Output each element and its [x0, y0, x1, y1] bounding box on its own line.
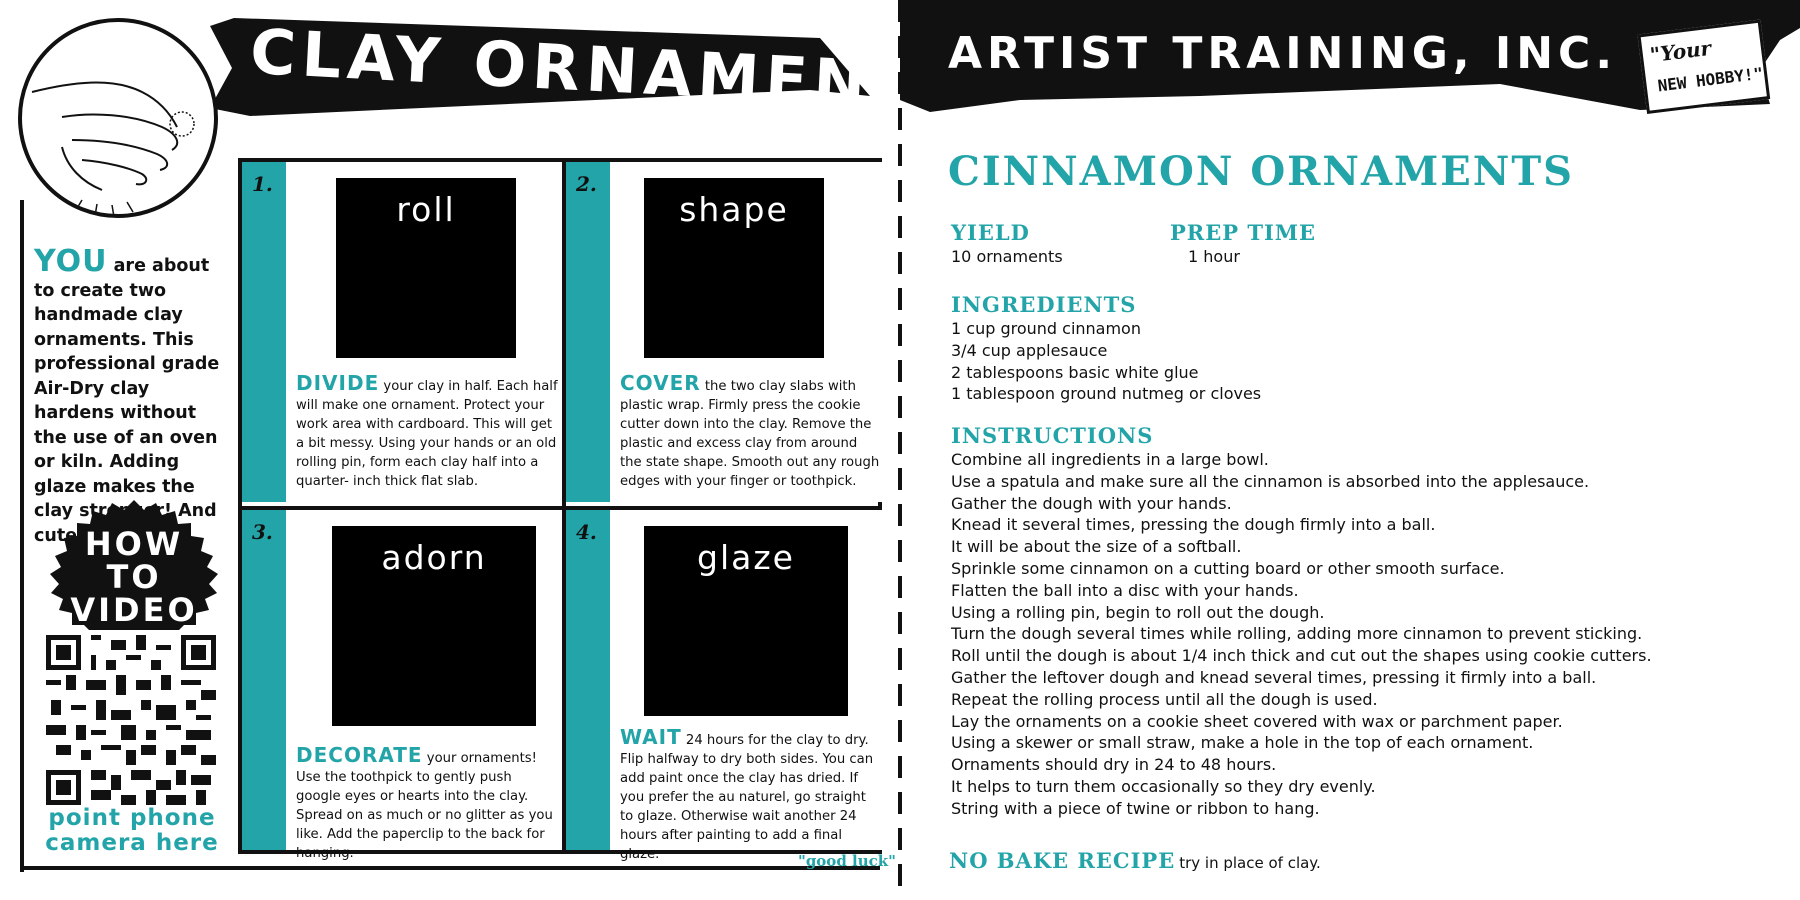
- step-lead: DECORATE: [296, 743, 423, 767]
- step-accent-bar: [566, 510, 610, 850]
- step-card-wait: 4. glaze WAIT 24 hours for the clay to d…: [566, 510, 884, 862]
- instruction-step: It will be about the size of a softball.: [951, 537, 1242, 557]
- howto-line-3: VIDEO: [70, 591, 198, 629]
- fold-line: [898, 0, 902, 900]
- step-number: 3.: [252, 520, 273, 544]
- howto-line-2: TO: [106, 558, 162, 596]
- instruction-step: Combine all ingredients in a large bowl.: [951, 450, 1269, 469]
- step-photo-roll: roll: [336, 178, 516, 358]
- step-accent-bar: [566, 162, 610, 502]
- instruction-step: Gather the dough with your hands.: [951, 493, 1232, 513]
- qr-caption-line-2: camera here: [45, 830, 219, 856]
- instruction-step: Repeat the rolling process until all the…: [951, 689, 1378, 709]
- recipe-title: CINNAMON ORNAMENTS: [948, 148, 1574, 195]
- step-description: COVER the two clay slabs with plastic wr…: [620, 371, 882, 491]
- qr-caption-line-1: point phone: [48, 805, 216, 831]
- instruction-step: Gather the leftover dough and knead seve…: [951, 667, 1597, 687]
- step-number: 1.: [252, 172, 273, 196]
- instruction-step: Ornaments should dry in 24 to 48 hours.: [951, 755, 1277, 775]
- step-number: 4.: [576, 520, 597, 544]
- qr-code-icon[interactable]: [46, 635, 216, 805]
- howto-line-1: HOW: [84, 525, 184, 563]
- instruction-step: Sprinkle some cinnamon on a cutting boar…: [951, 558, 1505, 578]
- ingredients-list: 1 cup ground cinnamon 3/4 cup applesauce…: [951, 318, 1261, 405]
- how-to-video-badge: HOW TO VIDEO: [44, 500, 224, 630]
- step-card-cover: 2. shape COVER the two clay slabs with p…: [566, 162, 884, 502]
- instruction-step: Using a rolling pin, begin to roll out t…: [951, 602, 1325, 622]
- ingredient-item: 3/4 cup applesauce: [951, 340, 1108, 360]
- ingredient-item: 1 cup ground cinnamon: [951, 319, 1141, 338]
- step-photo-adorn: adorn: [332, 526, 536, 726]
- good-luck-signoff: "good luck": [798, 852, 896, 870]
- ingredients-label: INGREDIENTS: [951, 292, 1137, 317]
- book-icon: "Your NEW HOBBY!": [1637, 18, 1782, 118]
- step-photo-shape: shape: [644, 178, 824, 358]
- no-bake-note: NO BAKE RECIPE try in place of clay.: [949, 848, 1321, 873]
- step-text: your clay in half. Each half will make o…: [296, 379, 558, 489]
- step-description: DIVIDE your clay in half. Each half will…: [296, 371, 558, 491]
- clay-ornament-banner: CLAY ORNAMENT: [210, 15, 922, 123]
- step-accent-bar: [242, 162, 286, 502]
- step-description: DECORATE your ornaments! Use the toothpi…: [296, 743, 558, 863]
- instructions-label: INSTRUCTIONS: [951, 423, 1154, 448]
- step-lead: DIVIDE: [296, 371, 380, 395]
- step-text: your ornaments! Use the toothpick to gen…: [296, 751, 553, 861]
- prep-time-label: PREP TIME: [1170, 220, 1317, 245]
- yield-label: YIELD: [951, 220, 1030, 245]
- step-lead: WAIT: [620, 725, 682, 749]
- steps-grid: 1. roll DIVIDE your clay in half. Each h…: [238, 158, 884, 862]
- step-lead: COVER: [620, 371, 701, 395]
- instruction-step: Turn the dough several times while rolli…: [951, 624, 1643, 644]
- step-card-decorate: 3. adorn DECORATE your ornaments! Use th…: [242, 510, 560, 861]
- hand-illustration-icon: [18, 18, 218, 218]
- qr-caption: point phone camera here: [34, 806, 230, 856]
- step-number: 2.: [576, 172, 597, 196]
- instruction-step: Use a spatula and make sure all the cinn…: [951, 471, 1590, 491]
- instruction-step: Flatten the ball into a disc with your h…: [951, 580, 1299, 600]
- step-description: WAIT 24 hours for the clay to dry. Flip …: [620, 725, 882, 864]
- intro-lead: YOU: [34, 244, 108, 279]
- instruction-step: String with a piece of twine or ribbon t…: [951, 798, 1320, 818]
- grid-divider-horizontal: [242, 506, 878, 510]
- step-photo-glaze: glaze: [644, 526, 848, 716]
- step-text: the two clay slabs with plastic wrap. Fi…: [620, 379, 880, 489]
- ingredient-item: 1 tablespoon ground nutmeg or cloves: [951, 384, 1262, 404]
- step-accent-bar: [242, 510, 286, 850]
- yield-value: 10 ornaments: [951, 247, 1063, 266]
- no-bake-text: try in place of clay.: [1179, 854, 1321, 872]
- instruction-step: Knead it several times, pressing the dou…: [951, 515, 1436, 535]
- instruction-step: Lay the ornaments on a cookie sheet cove…: [951, 711, 1563, 731]
- brand-title: ARTIST TRAINING, INC.: [948, 28, 1618, 79]
- step-card-divide: 1. roll DIVIDE your clay in half. Each h…: [242, 162, 560, 502]
- ingredient-item: 2 tablespoons basic white glue: [951, 362, 1199, 382]
- no-bake-label: NO BAKE RECIPE: [949, 848, 1176, 873]
- instruction-step: It helps to turn them occasionally so th…: [951, 776, 1376, 796]
- bottom-frame-border: [20, 866, 880, 870]
- instructions-list: Combine all ingredients in a large bowl.…: [951, 449, 1652, 820]
- left-frame-border: [20, 200, 24, 872]
- prep-time-value: 1 hour: [1188, 247, 1240, 266]
- step-text: 24 hours for the clay to dry. Flip halfw…: [620, 733, 874, 862]
- instruction-step: Using a skewer or small straw, make a ho…: [951, 733, 1534, 753]
- instruction-step: Roll until the dough is about 1/4 inch t…: [951, 646, 1652, 666]
